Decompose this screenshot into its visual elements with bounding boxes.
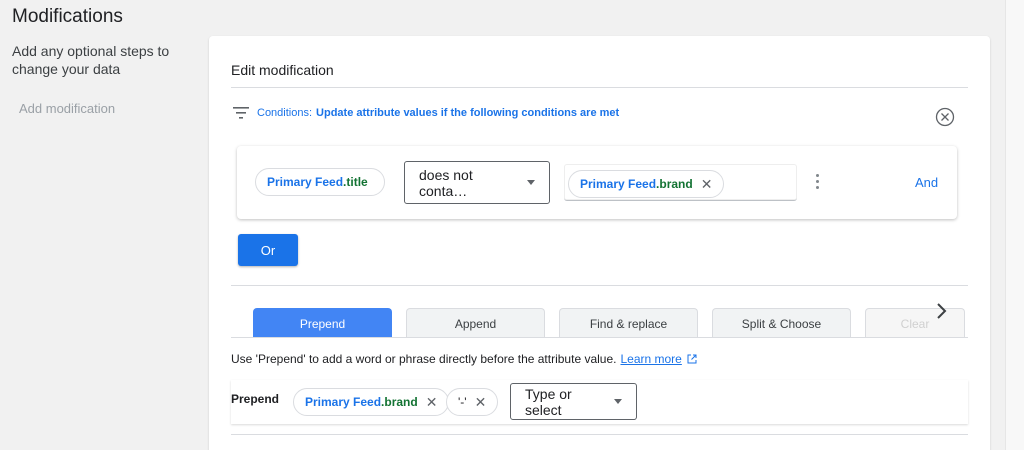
prepend-row: Prepend Primary Feed .brand ✕ '-' ✕ Type …	[231, 380, 968, 424]
chevron-right-icon[interactable]	[931, 299, 951, 323]
conditions-header: Conditions: Update attribute values if t…	[233, 106, 619, 120]
add-modification-link[interactable]: Add modification	[19, 101, 115, 116]
open-in-new-icon	[687, 354, 697, 364]
divider	[231, 434, 968, 435]
page-scrollbar[interactable]	[1005, 0, 1024, 450]
tabs-divider	[231, 337, 968, 338]
edit-modification-card: Edit modification Conditions: Update att…	[209, 36, 990, 450]
value-source: Primary Feed	[580, 177, 657, 191]
tab-prepend[interactable]: Prepend	[253, 308, 392, 338]
attribute-chip[interactable]: Primary Feed .title	[255, 168, 385, 196]
operator-select[interactable]: does not conta…	[404, 161, 550, 204]
help-text-row: Use 'Prepend' to add a word or phrase di…	[231, 352, 697, 366]
remove-chip-icon[interactable]: ✕	[475, 394, 487, 411]
remove-chip-icon[interactable]: ✕	[426, 394, 438, 411]
operator-value: does not conta…	[419, 166, 473, 199]
condition-row: Primary Feed .title does not conta… Prima…	[237, 146, 957, 219]
more-options-icon[interactable]	[815, 174, 821, 192]
prepend-label: Prepend	[231, 392, 280, 406]
filter-icon	[233, 107, 249, 119]
attribute-field: .title	[343, 175, 368, 189]
condition-value-field[interactable]: Primary Feed .brand ✕	[564, 164, 797, 201]
prepend-field: .brand	[381, 395, 418, 409]
attribute-source: Primary Feed	[267, 175, 344, 189]
conditions-text: Update attribute values if the following…	[316, 107, 620, 119]
page-title: Modifications	[12, 6, 123, 27]
tab-append[interactable]: Append	[406, 308, 545, 338]
prepend-text-value: '-'	[458, 395, 467, 409]
tab-find-replace[interactable]: Find & replace	[559, 308, 698, 338]
value-field: .brand	[656, 177, 693, 191]
close-circle-icon[interactable]	[935, 107, 955, 127]
tab-split-choose[interactable]: Split & Choose	[712, 308, 851, 338]
help-text: Use 'Prepend' to add a word or phrase di…	[231, 352, 617, 366]
chevron-down-icon	[527, 180, 535, 185]
chevron-down-icon	[614, 399, 622, 404]
select-placeholder: Type or select	[525, 385, 572, 418]
or-button[interactable]: Or	[238, 234, 298, 266]
page-description: Add any optional steps to change your da…	[12, 43, 170, 77]
remove-chip-icon[interactable]: ✕	[701, 176, 713, 193]
and-button[interactable]: And	[915, 175, 938, 190]
card-title: Edit modification	[231, 62, 334, 78]
divider	[231, 87, 968, 88]
prepend-attribute-chip[interactable]: Primary Feed .brand ✕	[293, 388, 450, 416]
learn-more-link[interactable]: Learn more	[620, 352, 681, 366]
type-or-select-dropdown[interactable]: Type or select	[510, 383, 637, 420]
prepend-source: Primary Feed	[305, 395, 382, 409]
prepend-text-chip[interactable]: '-' ✕	[446, 388, 499, 416]
value-chip[interactable]: Primary Feed .brand ✕	[568, 170, 725, 198]
conditions-label: Conditions:	[257, 107, 313, 119]
divider	[231, 285, 968, 286]
